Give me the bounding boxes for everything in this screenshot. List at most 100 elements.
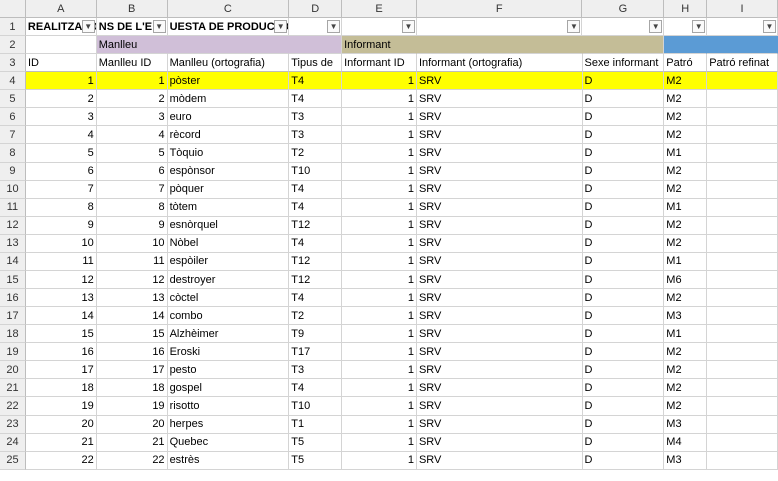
cell-i23[interactable] xyxy=(707,415,778,434)
cell-g15[interactable]: D xyxy=(582,270,665,290)
group-informant[interactable] xyxy=(416,36,583,55)
cell-e14[interactable]: 1 xyxy=(342,252,417,271)
cell-b17[interactable]: 14 xyxy=(96,307,168,326)
cell-i19[interactable] xyxy=(707,343,778,362)
cell-c20[interactable]: pesto xyxy=(167,361,290,380)
cell-b14[interactable]: 11 xyxy=(96,252,168,271)
cell-f6[interactable]: SRV xyxy=(416,108,583,127)
cell-e13[interactable]: 1 xyxy=(342,234,417,253)
cell-i15[interactable] xyxy=(707,270,778,290)
cell-f15[interactable]: SRV xyxy=(416,270,583,290)
column-header-e[interactable]: E xyxy=(342,0,417,18)
cell-c25[interactable]: estrès xyxy=(167,451,290,470)
cell-c14[interactable]: espòiler xyxy=(167,252,290,271)
cell-f9[interactable]: SRV xyxy=(416,162,583,181)
cell-h22[interactable]: M2 xyxy=(664,397,708,416)
cell-e15[interactable]: 1 xyxy=(342,270,417,290)
cell-f17[interactable]: SRV xyxy=(416,307,583,326)
cell-i21[interactable] xyxy=(707,379,778,398)
cell-d7[interactable]: T3 xyxy=(289,126,343,145)
cell-f25[interactable]: SRV xyxy=(416,451,583,470)
row-header-25[interactable]: 25 xyxy=(0,451,26,470)
cell-e9[interactable]: 1 xyxy=(342,162,417,181)
cell-g21[interactable]: D xyxy=(582,379,665,398)
cell-f22[interactable]: SRV xyxy=(416,397,583,416)
row-header-20[interactable]: 20 xyxy=(0,361,26,380)
cell-i13[interactable] xyxy=(707,234,778,253)
cell-h5[interactable]: M2 xyxy=(664,90,708,109)
cell-i25[interactable] xyxy=(707,451,778,470)
cell-d12[interactable]: T12 xyxy=(289,216,343,235)
cell-g10[interactable]: D xyxy=(582,180,665,199)
cell-c17[interactable]: combo xyxy=(167,307,290,326)
cell-i18[interactable] xyxy=(707,325,778,344)
cell-d18[interactable]: T9 xyxy=(289,325,343,344)
filter-dropdown-icon[interactable]: ▼ xyxy=(567,20,581,33)
cell-a5[interactable]: 2 xyxy=(25,90,97,109)
filter-cell-g[interactable]: ▼ xyxy=(582,18,665,37)
cell-b7[interactable]: 4 xyxy=(96,126,168,145)
group-informant[interactable] xyxy=(582,36,665,55)
cell-e4[interactable]: 1 xyxy=(342,72,417,91)
cell-g9[interactable]: D xyxy=(582,162,665,181)
cell-f18[interactable]: SRV xyxy=(416,325,583,344)
cell-h20[interactable]: M2 xyxy=(664,361,708,380)
row-header-12[interactable]: 12 xyxy=(0,216,26,235)
cell-h11[interactable]: M1 xyxy=(664,198,708,217)
cell-f12[interactable]: SRV xyxy=(416,216,583,235)
filter-cell-b[interactable]: NS DE L'E ▼ xyxy=(96,18,168,37)
row-header-13[interactable]: 13 xyxy=(0,234,26,253)
group-manlleu[interactable]: Manlleu xyxy=(96,36,168,55)
cell-b10[interactable]: 7 xyxy=(96,180,168,199)
filter-dropdown-icon[interactable]: ▼ xyxy=(274,20,288,33)
cell-h10[interactable]: M2 xyxy=(664,180,708,199)
filter-dropdown-icon[interactable]: ▼ xyxy=(763,20,776,33)
row-header-3[interactable]: 3 xyxy=(0,54,26,73)
cell-c12[interactable]: esnòrquel xyxy=(167,216,290,235)
cell-a6[interactable]: 3 xyxy=(25,108,97,127)
cell-e6[interactable]: 1 xyxy=(342,108,417,127)
cell-i8[interactable] xyxy=(707,144,778,163)
cell-i20[interactable] xyxy=(707,361,778,380)
cell-d9[interactable]: T10 xyxy=(289,162,343,181)
filter-cell-i[interactable]: ▼ xyxy=(707,18,778,37)
cell-g25[interactable]: D xyxy=(582,451,665,470)
cell-i24[interactable] xyxy=(707,433,778,452)
cell-c15[interactable]: destroyer xyxy=(167,270,290,290)
cell-h19[interactable]: M2 xyxy=(664,343,708,362)
row-header-18[interactable]: 18 xyxy=(0,325,26,344)
cell-g8[interactable]: D xyxy=(582,144,665,163)
row-header-14[interactable]: 14 xyxy=(0,252,26,271)
cell-b22[interactable]: 19 xyxy=(96,397,168,416)
cell-b13[interactable]: 10 xyxy=(96,234,168,253)
cell-f14[interactable]: SRV xyxy=(416,252,583,271)
cell-h21[interactable]: M2 xyxy=(664,379,708,398)
header-e[interactable]: Informant ID xyxy=(342,54,417,73)
cell-d16[interactable]: T4 xyxy=(289,289,343,308)
cell-d8[interactable]: T2 xyxy=(289,144,343,163)
row-header-24[interactable]: 24 xyxy=(0,433,26,452)
cell-a10[interactable]: 7 xyxy=(25,180,97,199)
cell-c23[interactable]: herpes xyxy=(167,415,290,434)
cell-d11[interactable]: T4 xyxy=(289,198,343,217)
group-informant[interactable]: Informant xyxy=(342,36,417,55)
cell-h16[interactable]: M2 xyxy=(664,289,708,308)
filter-dropdown-icon[interactable]: ▼ xyxy=(152,20,166,33)
cell-a21[interactable]: 18 xyxy=(25,379,97,398)
cell-g22[interactable]: D xyxy=(582,397,665,416)
cell-b4[interactable]: 1 xyxy=(96,72,168,91)
row-header-7[interactable]: 7 xyxy=(0,126,26,145)
row-header-4[interactable]: 4 xyxy=(0,72,26,91)
cell-f16[interactable]: SRV xyxy=(416,289,583,308)
cell-h7[interactable]: M2 xyxy=(664,126,708,145)
cell-b15[interactable]: 12 xyxy=(96,270,168,290)
cell-d22[interactable]: T10 xyxy=(289,397,343,416)
cell-d14[interactable]: T12 xyxy=(289,252,343,271)
cell-b20[interactable]: 17 xyxy=(96,361,168,380)
cell-h9[interactable]: M2 xyxy=(664,162,708,181)
cell-h23[interactable]: M3 xyxy=(664,415,708,434)
column-header-h[interactable]: H xyxy=(664,0,708,18)
cell-h6[interactable]: M2 xyxy=(664,108,708,127)
cell-c9[interactable]: espònsor xyxy=(167,162,290,181)
cell-b25[interactable]: 22 xyxy=(96,451,168,470)
